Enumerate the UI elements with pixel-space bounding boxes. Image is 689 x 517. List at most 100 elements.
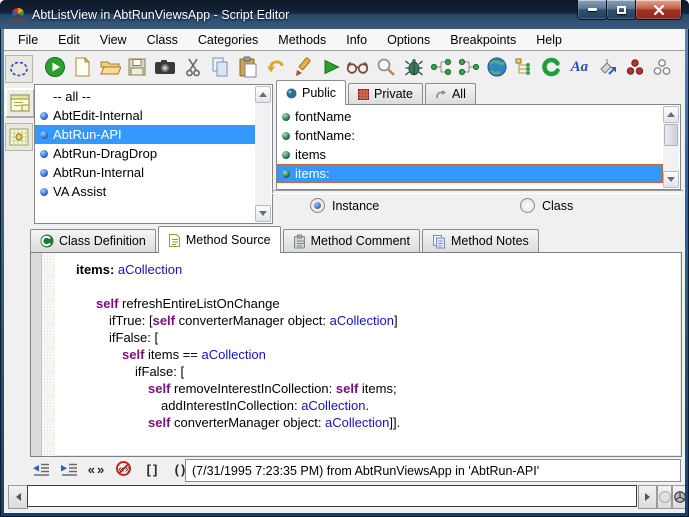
categories-scrollbar[interactable] <box>255 86 271 222</box>
list-item[interactable]: fontName: <box>277 126 663 145</box>
bottom-entry-field[interactable] <box>27 485 637 507</box>
menu-item[interactable]: Help <box>526 31 572 49</box>
methods-scrollbar[interactable] <box>663 106 679 188</box>
run-icon[interactable] <box>42 55 67 80</box>
copy-icon[interactable] <box>208 55 233 80</box>
tab-label: Method Comment <box>311 234 410 248</box>
browse-icon[interactable] <box>346 55 371 80</box>
fill-style-icon[interactable] <box>595 55 620 80</box>
public-sphere-icon <box>286 88 297 99</box>
tab-all[interactable]: All <box>425 83 476 104</box>
code-line: ifFalse: [ <box>76 363 680 380</box>
scroll-down-icon[interactable] <box>663 171 679 188</box>
quotes-icon[interactable]: «» <box>86 460 108 480</box>
menu-item[interactable]: Breakpoints <box>440 31 526 49</box>
tab-method-source[interactable]: Method Source <box>158 226 281 253</box>
instance-radio[interactable]: Instance <box>310 198 379 213</box>
class-definition-icon <box>40 234 54 248</box>
run-script-icon[interactable] <box>318 55 343 80</box>
list-item[interactable]: fontName <box>277 107 663 126</box>
code-line: ifTrue: [self converterManager object: a… <box>76 312 680 329</box>
class-c-icon[interactable] <box>539 55 564 80</box>
code-margin <box>42 253 55 456</box>
categories-rows: -- all -- AbtEdit-Internal AbtRun-API <box>35 87 255 223</box>
list-item[interactable]: items <box>277 145 663 164</box>
search-icon[interactable] <box>374 55 399 80</box>
status-message: (7/31/1995 7:23:35 PM) from AbtRunViewsA… <box>192 464 539 478</box>
list-item[interactable]: AbtRun-Internal <box>35 163 255 182</box>
aa-label: Aa <box>571 59 589 76</box>
private-square-icon <box>358 89 369 100</box>
scroll-left-button[interactable] <box>8 485 28 509</box>
menu-item[interactable]: View <box>90 31 137 49</box>
system-status-button[interactable] <box>672 485 685 509</box>
web-icon[interactable] <box>484 55 509 80</box>
list-item[interactable]: AbtRun-API <box>35 125 255 144</box>
scroll-up-icon[interactable] <box>663 106 679 123</box>
scroll-down-icon[interactable] <box>255 205 271 222</box>
grid-tool-icon[interactable] <box>5 123 33 151</box>
menu-item[interactable]: Class <box>137 31 188 49</box>
category-bullet-icon <box>40 169 48 177</box>
maximize-button[interactable] <box>606 0 637 20</box>
scrollbar-thumb[interactable] <box>664 124 678 146</box>
menu-item[interactable]: Methods <box>268 31 336 49</box>
code-text[interactable]: items: aCollection self refreshEntireLis… <box>55 253 680 456</box>
tab-class-definition[interactable]: Class Definition <box>30 229 156 252</box>
cut-icon[interactable] <box>180 55 205 80</box>
code-line: self items == aCollection <box>76 346 680 363</box>
tab-public[interactable]: Public <box>276 80 346 105</box>
vast-app-icon: VAST <box>10 7 26 23</box>
team-free-icon[interactable] <box>650 55 675 80</box>
parts-palette <box>5 55 33 151</box>
methods-list[interactable]: fontName fontName: items items: <box>276 104 681 190</box>
outdent-icon[interactable] <box>30 460 52 480</box>
branch-out-icon[interactable] <box>429 55 454 80</box>
branch-in-icon[interactable] <box>456 55 481 80</box>
text-style-icon[interactable]: Aa <box>567 55 592 80</box>
new-document-icon[interactable] <box>70 55 95 80</box>
menu-item[interactable]: Info <box>336 31 377 49</box>
minimize-button[interactable] <box>577 0 608 20</box>
dither-status-button[interactable] <box>657 485 672 509</box>
close-button[interactable] <box>635 0 682 20</box>
marker-icon[interactable] <box>291 55 316 80</box>
category-label: AbtEdit-Internal <box>53 108 143 123</box>
hierarchy-icon[interactable] <box>512 55 537 80</box>
menu-item[interactable]: Options <box>377 31 440 49</box>
category-label: AbtRun-Internal <box>53 165 144 180</box>
scroll-right-button[interactable] <box>638 485 657 509</box>
debug-icon[interactable] <box>401 55 426 80</box>
parts-editor-icon[interactable] <box>5 88 35 118</box>
open-icon[interactable] <box>97 55 122 80</box>
scroll-up-icon[interactable] <box>255 86 271 103</box>
save-icon[interactable] <box>125 55 150 80</box>
list-item[interactable]: AbtRun-DragDrop <box>35 144 255 163</box>
menu-item[interactable]: Edit <box>48 31 90 49</box>
radio-selected-icon <box>310 198 325 213</box>
list-item[interactable]: VA Assist <box>35 182 255 201</box>
undo-icon[interactable] <box>263 55 288 80</box>
class-radio[interactable]: Class <box>520 198 573 213</box>
menu-item[interactable]: File <box>8 31 48 49</box>
tab-private[interactable]: Private <box>348 83 423 104</box>
categories-list[interactable]: -- all -- AbtEdit-Internal AbtRun-API <box>34 84 273 224</box>
tab-method-comment[interactable]: Method Comment <box>283 229 420 252</box>
team-owned-icon[interactable] <box>622 55 647 80</box>
menu-item[interactable]: Categories <box>188 31 268 49</box>
list-item[interactable]: items: <box>277 164 663 183</box>
list-item[interactable]: AbtEdit-Internal <box>35 106 255 125</box>
code-line: self converterManager object: aCollectio… <box>76 414 680 431</box>
list-item[interactable]: -- all -- <box>35 87 255 106</box>
paste-icon[interactable] <box>235 55 260 80</box>
tab-method-notes[interactable]: Method Notes <box>422 229 539 252</box>
brackets-icon[interactable]: [] <box>142 460 164 480</box>
code-editor[interactable]: items: aCollection self refreshEntireLis… <box>30 252 682 457</box>
indent-icon[interactable] <box>58 460 80 480</box>
camera-icon[interactable] <box>153 55 178 80</box>
no-quotes-icon[interactable]: «» <box>114 460 136 480</box>
category-label: VA Assist <box>53 184 106 199</box>
svg-text:VAST: VAST <box>11 18 26 23</box>
ellipse-tool-icon[interactable] <box>5 55 33 83</box>
tab-label: Class Definition <box>59 234 146 248</box>
